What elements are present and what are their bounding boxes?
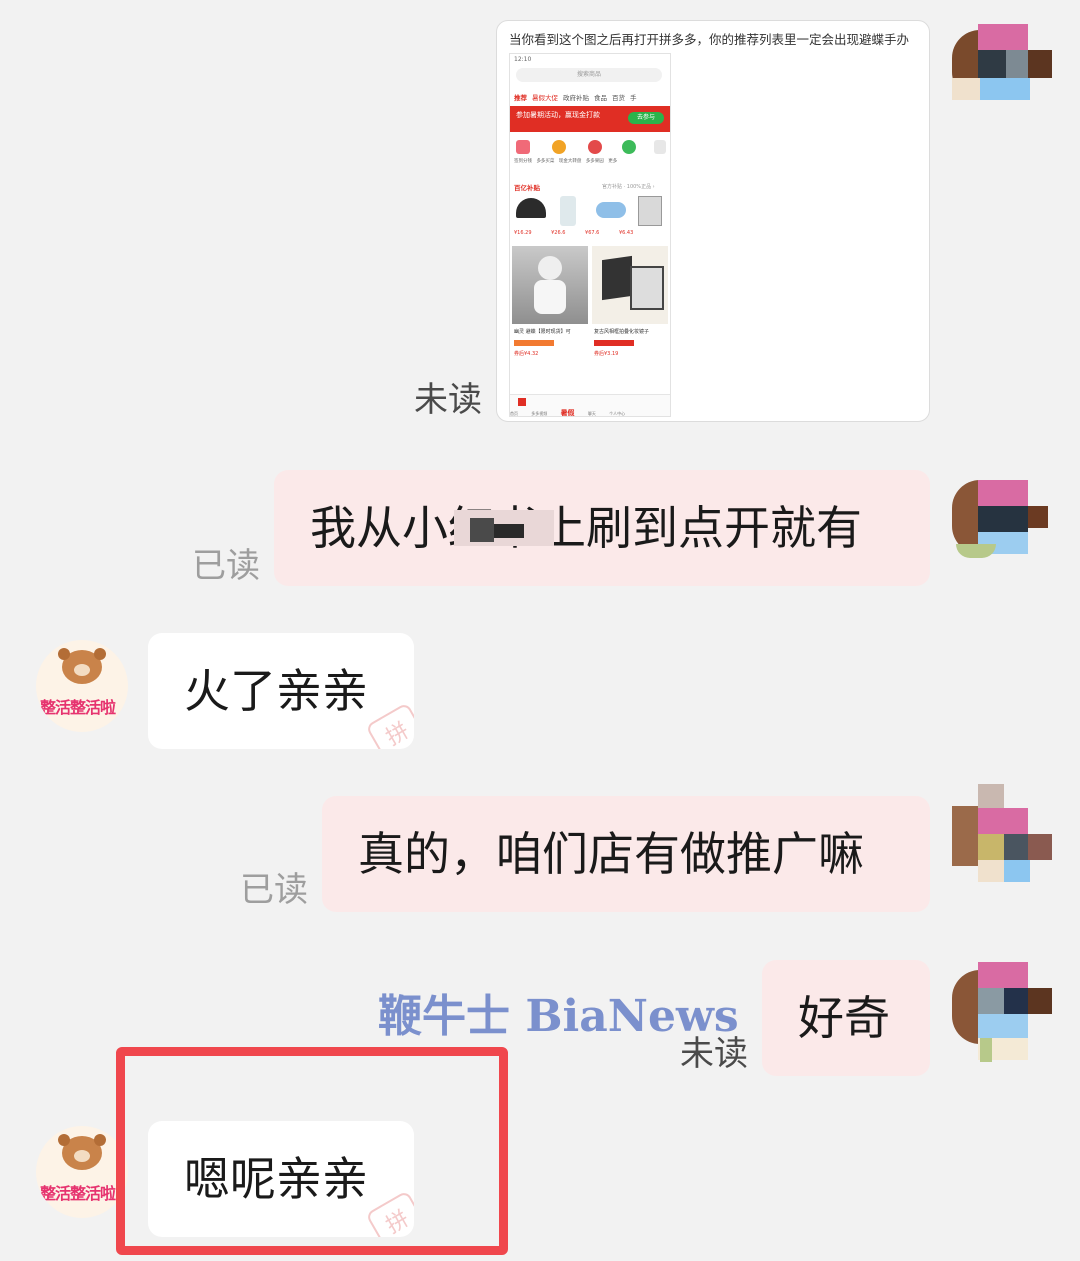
user-avatar[interactable] (952, 962, 1052, 1062)
orchard-icon (622, 140, 636, 154)
bear-icon (58, 1134, 106, 1170)
phone-tab: 推荐 (514, 94, 527, 102)
grocery-icon (552, 140, 566, 154)
bear-icon (58, 648, 106, 684)
read-status: 已读 (240, 870, 308, 910)
quick-icon-label: 多多买菜 (536, 159, 555, 164)
message-bubble[interactable]: 真的，咱们店有做推广嘛 (322, 796, 930, 912)
phone-search-bar: 搜索商品 (516, 68, 662, 82)
phone-nav-label: 个人中心 (609, 411, 626, 416)
phone-tab: 食品 (594, 94, 607, 102)
phone-nav-label: 聊天 (587, 411, 596, 416)
gamepad-image (596, 202, 626, 218)
phone-tabs: 推荐 暑假大促 政府补贴 食品 百货手 (514, 92, 670, 102)
mirror-image (638, 196, 662, 226)
phone-tab: 手 (630, 94, 637, 102)
mirror-frame (630, 266, 664, 310)
phone-nav-label: 首页 (510, 411, 518, 416)
stamp-icon: 拼 (365, 702, 414, 749)
phone-tab: 百货 (612, 94, 625, 102)
product-price: ¥16.29 (514, 230, 532, 236)
redaction-block (470, 518, 494, 542)
user-avatar[interactable] (952, 20, 1052, 120)
phone-nav-label: 多多视频 (531, 411, 548, 416)
message-text: 我从小红书上刷到点开就有 (310, 501, 862, 555)
phone-section-title: 百亿补贴 (514, 184, 540, 192)
phone-tab: 政府补贴 (563, 94, 589, 102)
phone-card: 幽灵 避蝶【限时现货】可 券后¥4.32 (512, 246, 588, 364)
phone-nav-labels: 首页 多多视频 暑假 聊天 个人中心 (510, 408, 670, 417)
phone-screenshot: 12:10 搜索商品 推荐 暑假大促 政府补贴 食品 百货手 参加暑期活动，赢现金打款 … (509, 53, 671, 417)
card-tag (594, 340, 634, 346)
product-price: ¥6.43 (618, 230, 634, 236)
phone-card: 复古风相框拍叠化妆镜子 券后¥3.19 (592, 246, 668, 364)
checkin-icon (516, 140, 530, 154)
mirror-frame (602, 255, 632, 301)
more-icon (654, 140, 666, 154)
message-bubble[interactable]: 火了亲亲 拼 (148, 633, 414, 749)
message-bubble[interactable]: 好奇 (762, 960, 930, 1076)
figure-image (512, 246, 588, 324)
phone-product-row: ¥16.29 ¥26.6 ¥67.6 ¥6.43 (514, 196, 666, 240)
phone-banner: 参加暑期活动，赢现金打款 去参与 (510, 106, 670, 132)
card-tag (514, 340, 554, 346)
card-price: 券后¥4.32 (514, 351, 539, 357)
phone-section-right: 官方补贴 · 100%正品 › (602, 184, 655, 190)
message-bubble[interactable]: 我从小红书上刷到点开就有 (274, 470, 930, 586)
read-status: 未读 (680, 1034, 748, 1074)
card-price: 券后¥3.19 (594, 351, 619, 357)
phone-nav-label: 暑假 (560, 409, 575, 417)
read-status: 未读 (414, 380, 482, 420)
card-title: 复古风相框拍叠化妆镜子 (594, 329, 650, 335)
quick-icon-label: 更多 (608, 159, 618, 164)
user-avatar[interactable] (952, 784, 1052, 884)
image-message[interactable]: 当你看到这个图之后再打开拼多多，你的推荐列表里一定会出现避蝶手办 12:10 搜… (496, 20, 930, 422)
message-text: 火了亲亲 (184, 664, 368, 718)
card-title: 幽灵 避蝶【限时现货】可 (514, 329, 571, 335)
quick-icon-label: 多多果园 (585, 159, 604, 164)
quick-icon-label: 签到分钱 (514, 159, 532, 164)
wheel-icon (588, 140, 602, 154)
phone-time: 12:10 (514, 56, 532, 63)
shop-name: 整活整活啦 (40, 1184, 116, 1203)
phone-banner-text: 参加暑期活动，赢现金打款 (516, 111, 600, 119)
figure-head (538, 256, 562, 280)
highlight-box (116, 1047, 508, 1255)
message-text: 好奇 (798, 991, 890, 1045)
quick-icon-labels: 签到分钱 多多买菜 现金大转盘 多多果园 更多 (514, 158, 670, 164)
product-prices: ¥16.29 ¥26.6 ¥67.6 ¥6.43 (514, 230, 666, 236)
phone-bottom-nav: 首页 多多视频 暑假 聊天 个人中心 (510, 394, 670, 417)
read-status: 已读 (192, 546, 260, 586)
product-price: ¥67.6 (585, 230, 600, 236)
message-text: 真的，咱们店有做推广嘛 (358, 827, 864, 881)
phone-search-placeholder: 搜索商品 (576, 71, 601, 78)
shop-avatar[interactable]: 整活整活啦 (36, 640, 128, 732)
skincare-image (560, 196, 576, 226)
shop-name: 整活整活啦 (40, 698, 116, 717)
phone-quick-icons: 签到分钱 多多买菜 现金大转盘 多多果园 更多 (514, 140, 670, 170)
phone-banner-button: 去参与 (628, 112, 664, 124)
umbrella-image (516, 198, 546, 218)
redaction-block (494, 524, 524, 538)
shop-avatar[interactable]: 整活整活啦 (36, 1126, 128, 1218)
mirror-card-image (592, 246, 668, 324)
figure-body (534, 280, 566, 314)
user-avatar[interactable] (952, 474, 1052, 574)
image-caption: 当你看到这个图之后再打开拼多多，你的推荐列表里一定会出现避蝶手办 (509, 32, 910, 47)
home-icon (518, 398, 526, 406)
product-price: ¥26.6 (551, 230, 566, 236)
quick-icon-label: 现金大转盘 (558, 159, 582, 164)
phone-tab: 暑假大促 (532, 94, 558, 102)
